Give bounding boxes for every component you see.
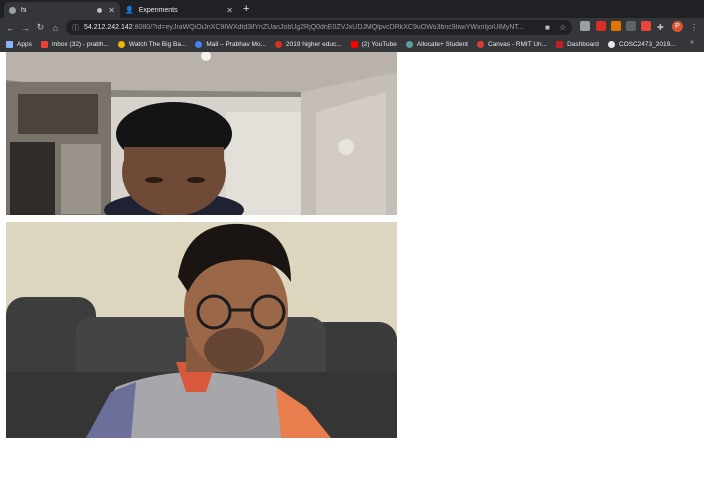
recording-indicator-icon <box>97 7 103 13</box>
reload-icon[interactable]: ↻ <box>33 22 48 33</box>
site-favicon-icon <box>274 41 282 48</box>
new-tab-button[interactable]: + <box>243 2 249 16</box>
local-video-frame <box>6 222 397 438</box>
menu-icon[interactable]: ⋮ <box>690 23 698 32</box>
site-favicon-icon <box>117 41 125 48</box>
bookmark-mail[interactable]: Mail – Prabhav Mo... <box>195 41 266 48</box>
address-host: 54.212.242.142 <box>84 24 133 31</box>
bookmark-apps[interactable]: Apps <box>6 41 32 48</box>
mail-icon <box>195 41 203 48</box>
local-participant-video <box>6 222 397 438</box>
address-bar[interactable]: ⓘ 54.212.242.142 :8080/?id=eyJraWQiOiJnX… <box>66 20 572 35</box>
bookmark-allocate[interactable]: Allocate+ Student <box>405 41 468 48</box>
close-tab-icon[interactable]: ✕ <box>226 6 233 15</box>
tab-strip: hi ✕ 👤 Experiments ✕ + <box>0 0 704 18</box>
bookmark-cosc2473[interactable]: COSC2473_2019... <box>607 41 676 48</box>
tab-favicon <box>9 6 16 14</box>
address-path: :8080/?id=eyJraWQiOiJnXC9IWXdtd3llYnZUan… <box>132 24 524 31</box>
tab-hi[interactable]: hi ✕ <box>4 2 120 18</box>
extension-icon[interactable] <box>626 21 636 31</box>
extension-icon[interactable] <box>611 21 621 31</box>
forward-arrow-icon[interactable]: → <box>18 23 33 33</box>
dashboard-icon <box>556 41 564 48</box>
tab-experiments[interactable]: 👤 Experiments ✕ <box>120 2 238 18</box>
extension-icon[interactable] <box>641 21 651 31</box>
remote-video-frame <box>6 52 397 215</box>
person-icon: 👤 <box>125 7 134 14</box>
more-bookmarks-button[interactable]: » <box>690 39 694 46</box>
allocate-icon <box>405 41 413 48</box>
globe-icon <box>607 41 615 48</box>
tab-title: Experiments <box>138 6 178 14</box>
bookmarks-bar: Apps Inbox (32) - prabh... Watch The Big… <box>0 37 704 52</box>
close-tab-icon[interactable]: ✕ <box>108 6 115 15</box>
puzzle-icon[interactable]: ✚ <box>657 23 664 32</box>
bookmark-dashboard[interactable]: Dashboard <box>556 41 599 48</box>
extension-icon[interactable] <box>596 21 606 31</box>
info-icon[interactable]: ⓘ <box>72 23 79 33</box>
apps-grid-icon <box>6 41 13 48</box>
star-icon[interactable]: ☆ <box>559 23 566 32</box>
profile-avatar[interactable]: P <box>672 21 683 32</box>
bookmark-big-bang[interactable]: Watch The Big Ba... <box>117 41 186 48</box>
bookmark-inbox[interactable]: Inbox (32) - prabh... <box>40 41 109 48</box>
bookmark-canvas[interactable]: Canvas - RMIT Un... <box>476 41 547 48</box>
extension-icon[interactable] <box>580 21 590 31</box>
bookmark-higher-education[interactable]: 2019 higher educ... <box>274 41 342 48</box>
back-arrow-icon[interactable]: ← <box>3 23 18 33</box>
gmail-icon <box>40 41 48 48</box>
canvas-icon <box>476 41 484 48</box>
youtube-icon <box>350 41 358 48</box>
remote-participant-video <box>6 52 397 215</box>
home-icon[interactable]: ⌂ <box>48 23 63 33</box>
camera-icon[interactable]: ■ <box>545 23 550 32</box>
bookmark-youtube[interactable]: (2) YouTube <box>350 41 397 48</box>
tab-title: hi <box>21 6 27 14</box>
